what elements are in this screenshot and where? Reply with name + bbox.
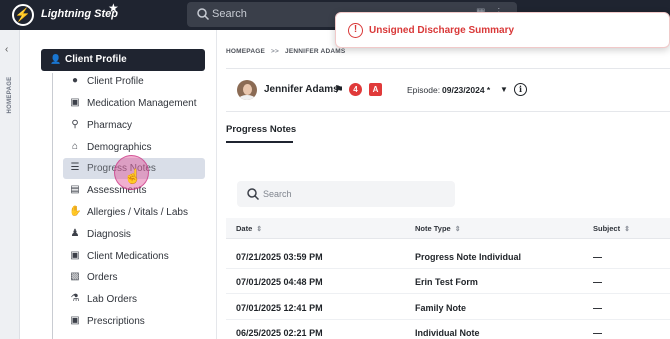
- sort-icon: ⇕: [256, 226, 263, 233]
- table-header: Date ⇕ Note Type ⇕ Subject ⇕: [226, 218, 670, 239]
- document-icon: ▤: [70, 184, 80, 195]
- rail-label: HOMEPAGE: [7, 76, 13, 114]
- column-header-date[interactable]: Date ⇕: [236, 224, 262, 233]
- hand-pointer-icon: ☝: [124, 168, 142, 184]
- table-row[interactable]: 06/25/2025 02:21 PM Individual Note —: [226, 320, 670, 339]
- nav-item-lab-orders[interactable]: ⚗ Lab Orders: [63, 289, 205, 310]
- episode-label: Episode:: [407, 85, 441, 95]
- cell-note-type: Family Note: [415, 303, 467, 313]
- avatar[interactable]: [237, 80, 257, 100]
- nav-item-medication-management[interactable]: ▣ Medication Management: [63, 93, 205, 114]
- column-header-note-type[interactable]: Note Type ⇕: [415, 224, 461, 233]
- user-icon: ●: [71, 75, 79, 86]
- alert-count-badge[interactable]: 4: [349, 83, 362, 96]
- cell-note-type: Erin Test Form: [415, 277, 478, 287]
- briefcase-icon: ▣: [70, 250, 80, 261]
- nav-item-label: Lab Orders: [87, 294, 138, 305]
- nav-item-label: Diagnosis: [87, 229, 131, 240]
- toast-message: Unsigned Discharge Summary: [369, 25, 515, 36]
- clipboard-icon: ▧: [70, 271, 80, 282]
- caret-down-icon[interactable]: ▼: [500, 85, 508, 94]
- divider: [226, 111, 670, 112]
- table-row[interactable]: 07/01/2025 12:41 PM Family Note —: [226, 295, 670, 320]
- divider: [226, 68, 670, 69]
- search-icon: ⚲: [71, 119, 79, 130]
- info-icon[interactable]: i: [514, 83, 527, 96]
- nav-item-label: Client Profile: [87, 76, 144, 87]
- nav-item-diagnosis[interactable]: ♟ Diagnosis: [63, 224, 205, 245]
- nav-header-client-profile[interactable]: 👤 Client Profile: [41, 49, 205, 71]
- breadcrumb: HOMEPAGE >> JENNIFER ADAMS: [226, 48, 345, 55]
- column-header-subject[interactable]: Subject ⇕: [593, 224, 630, 233]
- star-icon[interactable]: ★: [108, 1, 119, 15]
- chevron-left-icon[interactable]: ‹: [5, 44, 8, 55]
- nav-item-allergies-vitals-labs[interactable]: ✋ Allergies / Vitals / Labs: [63, 202, 205, 223]
- notes-search-input[interactable]: Search: [237, 181, 455, 207]
- hand-icon: ✋: [69, 206, 82, 217]
- cell-date: 07/01/2025 12:41 PM: [236, 303, 323, 313]
- nav-item-pharmacy[interactable]: ⚲ Pharmacy: [63, 115, 205, 136]
- nav-item-label: Client Medications: [87, 251, 169, 262]
- global-search-placeholder: Search: [212, 8, 247, 20]
- search-icon: [197, 8, 210, 21]
- flask-icon: ⚗: [70, 293, 80, 304]
- briefcase-icon: ▣: [70, 315, 80, 326]
- cell-date: 06/25/2025 02:21 PM: [236, 328, 323, 338]
- nav-item-orders[interactable]: ▧ Orders: [63, 267, 205, 288]
- alert-toast[interactable]: ! Unsigned Discharge Summary: [335, 12, 670, 48]
- search-icon: [247, 188, 260, 201]
- cell-note-type: Progress Note Individual: [415, 252, 522, 262]
- cell-date: 07/21/2025 03:59 PM: [236, 252, 323, 262]
- active-tab-indicator: [226, 141, 293, 143]
- flag-icon[interactable]: ⚑: [334, 83, 344, 96]
- episode-select[interactable]: 09/23/2024 *: [442, 85, 490, 95]
- user-group-icon: ♟: [70, 228, 80, 239]
- rail-homepage-link[interactable]: HOMEPAGE: [0, 70, 20, 130]
- client-name: Jennifer Adams: [264, 84, 339, 95]
- notes-search-placeholder: Search: [263, 189, 292, 199]
- nav-item-client-medications[interactable]: ▣ Client Medications: [63, 246, 205, 267]
- table-row[interactable]: 07/01/2025 04:48 PM Erin Test Form —: [226, 269, 670, 294]
- tree-line: [52, 73, 53, 339]
- cell-subject: —: [593, 252, 602, 262]
- tab-progress-notes[interactable]: Progress Notes: [226, 124, 296, 135]
- cell-subject: —: [593, 303, 602, 313]
- cell-subject: —: [593, 328, 602, 338]
- briefcase-icon: ▣: [70, 97, 80, 108]
- nav-item-prescriptions[interactable]: ▣ Prescriptions: [63, 311, 205, 332]
- nav-item-label: Pharmacy: [87, 120, 133, 131]
- nav-item-label: Prescriptions: [87, 316, 145, 327]
- brand-name: Lightning Step: [41, 8, 118, 20]
- status-badge[interactable]: A: [369, 83, 382, 96]
- nav-item-label: Demographics: [87, 142, 152, 153]
- breadcrumb-current: JENNIFER ADAMS: [285, 48, 346, 55]
- cell-subject: —: [593, 277, 602, 287]
- list-icon: ☰: [70, 162, 80, 173]
- user-icon: 👤: [50, 54, 62, 64]
- table-row[interactable]: 07/21/2025 03:59 PM Progress Note Indivi…: [226, 244, 670, 269]
- lightning-logo-icon[interactable]: ⚡: [12, 4, 34, 26]
- cell-note-type: Individual Note: [415, 328, 480, 338]
- nav-item-label: Medication Management: [87, 98, 197, 109]
- cell-date: 07/01/2025 04:48 PM: [236, 277, 323, 287]
- nav-item-label: Allergies / Vitals / Labs: [87, 207, 188, 218]
- nav-item-client-profile[interactable]: ● Client Profile: [63, 71, 205, 92]
- left-rail: ‹ HOMEPAGE: [0, 30, 20, 339]
- alert-circle-icon: !: [348, 23, 363, 38]
- sort-icon: ⇕: [454, 226, 461, 233]
- nav-item-label: Orders: [87, 272, 118, 283]
- breadcrumb-separator: >>: [271, 48, 280, 55]
- sort-icon: ⇕: [624, 226, 630, 233]
- home-icon: ⌂: [71, 141, 79, 152]
- breadcrumb-home[interactable]: HOMEPAGE: [226, 48, 265, 55]
- nav-header-label: Client Profile: [65, 54, 127, 65]
